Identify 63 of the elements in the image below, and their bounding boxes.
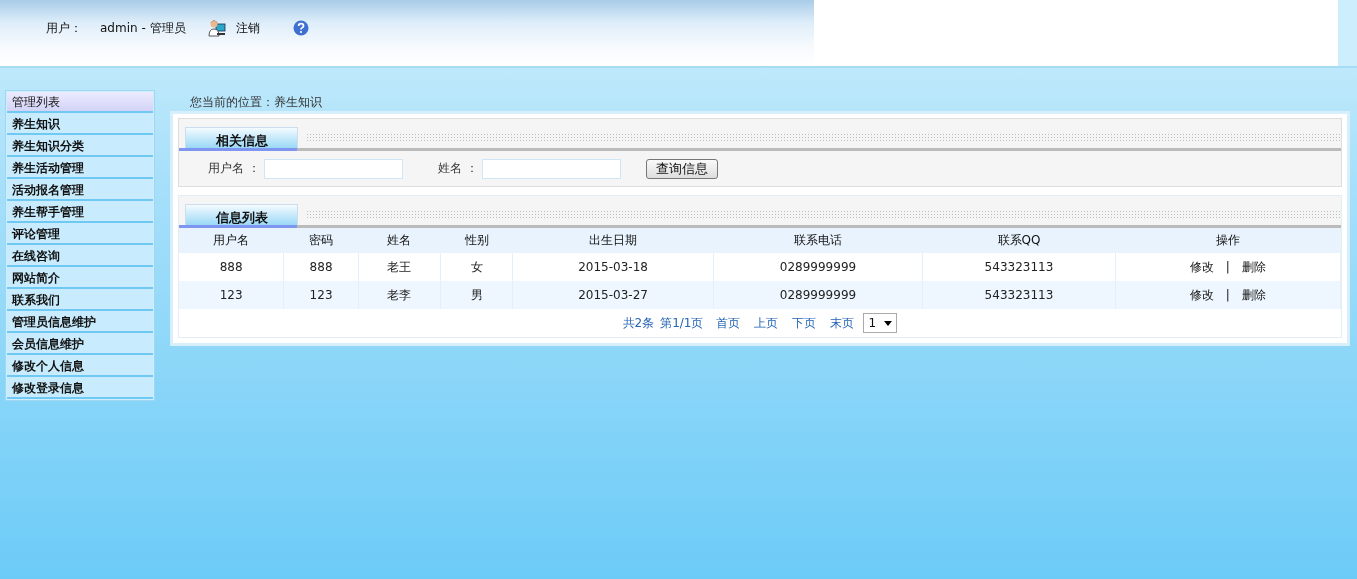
- section-title: 信息列表: [185, 204, 298, 225]
- action-separator: |: [1225, 259, 1230, 274]
- column-header: 姓名: [358, 228, 441, 253]
- table-cell: 123: [179, 281, 284, 309]
- pagination-link[interactable]: 末页: [830, 314, 855, 332]
- edit-link[interactable]: 修改: [1189, 287, 1214, 302]
- delete-link[interactable]: 删除: [1241, 287, 1266, 302]
- pagination-link[interactable]: 上页: [754, 314, 779, 332]
- help-icon[interactable]: [292, 20, 309, 36]
- delete-link[interactable]: 删除: [1241, 259, 1266, 274]
- table-cell: 123: [283, 281, 359, 309]
- sidebar-item[interactable]: 在线咨询: [7, 245, 153, 267]
- dropdown-caret-icon: [884, 320, 893, 326]
- column-header: 操作: [1115, 228, 1341, 253]
- table-cell: 老王: [358, 253, 441, 281]
- column-header: 用户名: [179, 228, 284, 253]
- field-label: 用户名 ：: [208, 160, 260, 177]
- sidebar-item[interactable]: 养生活动管理: [7, 157, 153, 179]
- action-separator: |: [1225, 287, 1230, 302]
- edit-link[interactable]: 修改: [1189, 259, 1214, 274]
- user-name: admin - 管理员: [100, 19, 186, 37]
- sidebar-item[interactable]: 活动报名管理: [7, 179, 153, 201]
- sidebar-item[interactable]: 会员信息维护: [7, 333, 153, 355]
- column-header: 密码: [283, 228, 359, 253]
- column-header: 联系电话: [713, 228, 923, 253]
- sidebar-item[interactable]: 管理员信息维护: [7, 311, 153, 333]
- breadcrumb: 您当前的位置：养生知识: [190, 95, 322, 109]
- total-count: 共2条: [622, 314, 655, 332]
- sidebar-item[interactable]: 评论管理: [7, 223, 153, 245]
- page-select[interactable]: 1: [863, 313, 898, 333]
- logout-link[interactable]: 注销: [235, 19, 260, 37]
- sidebar-item[interactable]: 修改个人信息: [7, 355, 153, 377]
- table-cell: 老李: [358, 281, 441, 309]
- sidebar-item[interactable]: 修改登录信息: [7, 377, 153, 399]
- table-cell: 888: [179, 253, 284, 281]
- pagination-link[interactable]: 下页: [792, 314, 817, 332]
- table-cell: 男: [440, 281, 513, 309]
- input-field[interactable]: [481, 158, 621, 179]
- pagination-link[interactable]: 首页: [716, 314, 741, 332]
- search-button[interactable]: 查询信息: [645, 158, 718, 179]
- field-label: 姓名 ：: [437, 160, 478, 177]
- page-indicator: 第1/1页: [660, 314, 704, 332]
- table-cell: 0289999999: [713, 253, 923, 281]
- table-cell: 543323113: [922, 281, 1116, 309]
- column-header: 出生日期: [512, 228, 714, 253]
- sidebar-item[interactable]: 网站简介: [7, 267, 153, 289]
- column-header: 联系QQ: [922, 228, 1116, 253]
- column-header: 性别: [440, 228, 513, 253]
- table-cell: 2015-03-27: [512, 281, 714, 309]
- section-title: 相关信息: [185, 127, 298, 148]
- table-cell: 543323113: [922, 253, 1116, 281]
- user-computer-icon: [207, 19, 226, 37]
- sidebar-item[interactable]: 联系我们: [7, 289, 153, 311]
- sidebar-item[interactable]: 养生知识分类: [7, 135, 153, 157]
- user-label: 用户：: [46, 19, 82, 37]
- sidebar-item[interactable]: 养生知识: [7, 113, 153, 135]
- table-cell: 0289999999: [713, 281, 923, 309]
- table-cell: 2015-03-18: [512, 253, 714, 281]
- table-cell: 女: [440, 253, 513, 281]
- input-field[interactable]: [263, 158, 403, 179]
- sidebar-item[interactable]: 养生帮手管理: [7, 201, 153, 223]
- table-cell: 888: [283, 253, 359, 281]
- sidebar-title: 管理列表: [7, 92, 153, 113]
